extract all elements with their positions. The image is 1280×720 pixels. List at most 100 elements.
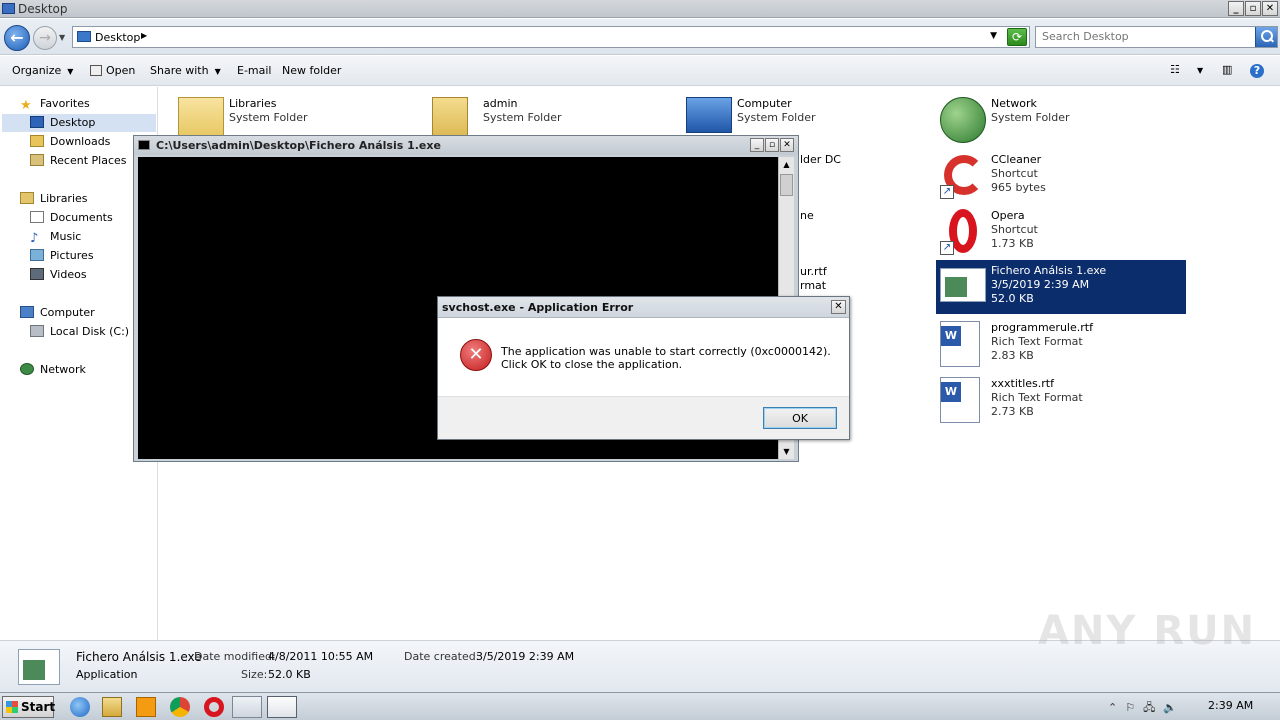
anyrun-watermark: ANY RUN — [1038, 608, 1257, 654]
address-box[interactable]: Desktop ▶ ▼ ⟳ — [72, 26, 1030, 48]
file-item-ccleaner[interactable]: ↗ CCleaner Shortcut 965 bytes — [936, 149, 1186, 203]
item-name: Opera — [991, 209, 1025, 222]
chevron-down-icon: ▼ — [214, 67, 221, 76]
window-titlebar: Desktop _ ▫ ✕ — [0, 0, 1280, 18]
nav-music[interactable]: ♪ Music — [30, 228, 81, 246]
file-item-network[interactable]: Network System Folder — [936, 93, 1186, 147]
media-player-icon[interactable] — [136, 697, 156, 717]
nav-downloads[interactable]: Downloads — [30, 133, 110, 151]
nav-network[interactable]: Network — [20, 361, 86, 379]
nav-pictures-label: Pictures — [50, 249, 94, 262]
share-with-button[interactable]: Share with ▼ — [150, 64, 221, 77]
search-input[interactable] — [1042, 30, 1252, 43]
minimize-button[interactable]: _ — [1228, 1, 1244, 16]
file-item-programmerule[interactable]: W programmerule.rtf Rich Text Format 2.83 … — [936, 317, 1186, 371]
nav-music-label: Music — [50, 230, 82, 243]
tray-icons[interactable]: ⌃⚐🖧🔈 — [1108, 699, 1185, 718]
nav-computer[interactable]: Computer — [20, 304, 95, 322]
breadcrumb-desktop[interactable]: Desktop — [95, 31, 140, 44]
word-document-icon: W — [940, 321, 980, 367]
details-size-value: 52.0 KB — [268, 668, 311, 681]
console-titlebar[interactable]: C:\Users\admin\Desktop\Fichero Análsis 1… — [134, 136, 798, 155]
address-history-dropdown[interactable]: ▼ — [990, 31, 997, 41]
search-box[interactable] — [1035, 26, 1278, 48]
shortcut-arrow-icon: ↗ — [940, 241, 954, 255]
start-button[interactable]: Start — [2, 696, 55, 718]
computer-icon — [686, 97, 732, 133]
item-size: 1.73 KB — [991, 237, 1034, 250]
nav-local-disk-label: Local Disk (C:) — [50, 325, 130, 338]
item-type: System Folder — [483, 111, 562, 124]
ok-button[interactable]: OK — [763, 407, 837, 429]
details-file-kind: Application — [76, 668, 138, 681]
item-name: Fichero Análsis 1.exe — [991, 264, 1107, 277]
nav-computer-label: Computer — [40, 306, 95, 319]
email-button[interactable]: E-mail — [237, 64, 272, 77]
item-type: Shortcut — [991, 167, 1038, 180]
taskbar-app-fichero[interactable] — [232, 696, 262, 718]
details-file-name: Fichero Análsis 1.exe — [76, 650, 202, 664]
application-error-dialog[interactable]: svchost.exe - Application Error ✕ ✕ The … — [437, 296, 850, 440]
explorer-icon — [2, 3, 15, 14]
shortcut-arrow-icon: ↗ — [940, 185, 954, 199]
scroll-down-icon[interactable]: ▼ — [779, 444, 794, 459]
organize-button[interactable]: Organize ▼ — [12, 64, 73, 77]
file-item-xxxtitles[interactable]: W xxxtitles.rtf Rich Text Format 2.73 KB — [936, 373, 1186, 427]
item-type: Rich Text Format — [991, 335, 1083, 348]
chrome-icon[interactable] — [170, 697, 190, 717]
recent-pages-dropdown[interactable]: ▼ — [59, 33, 65, 42]
details-modified-value: 4/8/2011 10:55 AM — [268, 650, 374, 663]
windows-explorer-icon[interactable] — [102, 697, 122, 717]
new-folder-button[interactable]: New folder — [282, 64, 341, 77]
word-document-icon: W — [940, 377, 980, 423]
search-icon[interactable] — [1255, 27, 1277, 47]
close-button[interactable]: ✕ — [1262, 1, 1278, 16]
downloads-icon — [30, 135, 44, 147]
file-item-opera[interactable]: ↗ Opera Shortcut 1.73 KB — [936, 205, 1186, 259]
dialog-message: The application was unable to start corr… — [501, 345, 831, 371]
nav-pictures[interactable]: Pictures — [30, 247, 94, 265]
views-icon[interactable]: ☷ — [1170, 63, 1180, 76]
nav-recent-label: Recent Places — [50, 154, 127, 167]
application-exe-icon — [940, 268, 986, 302]
maximize-button[interactable]: ▫ — [1245, 1, 1261, 16]
forward-button[interactable]: → — [33, 26, 57, 50]
desktop-folder-icon — [77, 31, 91, 42]
dialog-titlebar[interactable]: svchost.exe - Application Error ✕ — [438, 297, 849, 318]
help-icon[interactable]: ? — [1250, 64, 1264, 78]
dialog-close-button[interactable]: ✕ — [831, 300, 846, 314]
scroll-up-icon[interactable]: ▲ — [779, 157, 794, 172]
window-title: Desktop — [18, 2, 68, 16]
nav-recent-places[interactable]: Recent Places — [30, 152, 127, 170]
console-maximize-button[interactable]: ▫ — [765, 138, 779, 152]
nav-documents[interactable]: Documents — [30, 209, 113, 227]
nav-local-disk[interactable]: Local Disk (C:) — [30, 323, 129, 341]
nav-favorites[interactable]: ★ Favorites — [20, 95, 90, 113]
nav-videos-label: Videos — [50, 268, 87, 281]
nav-desktop[interactable]: Desktop — [2, 114, 156, 132]
console-close-button[interactable]: ✕ — [780, 138, 794, 152]
address-bar: ← → ▼ Desktop ▶ ▼ ⟳ — [0, 19, 1280, 55]
opera-icon[interactable] — [204, 697, 224, 717]
console-minimize-button[interactable]: _ — [750, 138, 764, 152]
preview-pane-icon[interactable]: ▥ — [1222, 63, 1232, 76]
item-name: programmerule.rtf — [991, 321, 1093, 334]
scroll-thumb[interactable] — [780, 174, 793, 196]
nav-network-label: Network — [40, 363, 86, 376]
breadcrumb-arrow-icon[interactable]: ▶ — [141, 31, 147, 40]
window-controls: _ ▫ ✕ — [1228, 1, 1278, 16]
file-item-fichero-selected[interactable]: Fichero Análsis 1.exe 3/5/2019 2:39 AM 52.… — [936, 260, 1186, 314]
clock[interactable]: 2:39 AM — [1208, 699, 1253, 712]
views-dropdown-icon[interactable]: ▼ — [1197, 66, 1203, 75]
nav-libraries[interactable]: Libraries — [20, 190, 88, 208]
internet-explorer-icon[interactable] — [70, 697, 90, 717]
partial-item-label: lder DC — [800, 153, 841, 166]
refresh-button[interactable]: ⟳ — [1007, 28, 1027, 46]
back-button[interactable]: ← — [4, 25, 30, 51]
opera-icon: ↗ — [940, 209, 986, 255]
nav-videos[interactable]: Videos — [30, 266, 87, 284]
pictures-icon — [30, 249, 44, 261]
taskbar-app-console[interactable] — [267, 696, 297, 718]
item-size: 52.0 KB — [991, 292, 1034, 305]
open-button[interactable]: Open — [90, 64, 135, 77]
